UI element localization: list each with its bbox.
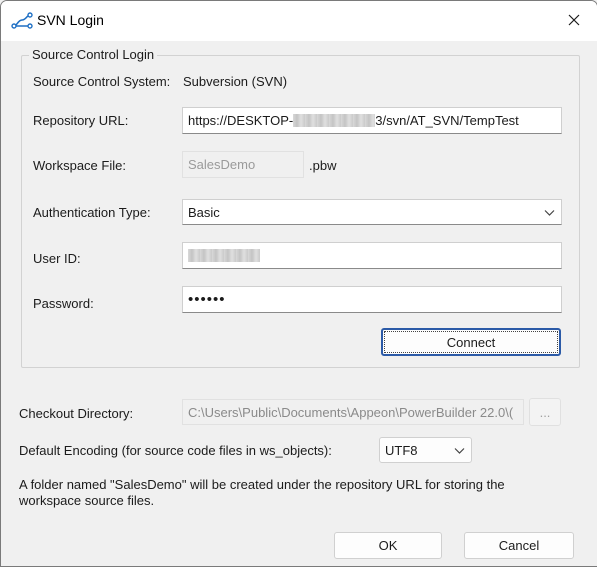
workspace-file-extension: .pbw [309,158,337,173]
user-id-label: User ID: [33,251,81,266]
repository-url-label: Repository URL: [33,113,129,128]
chevron-down-icon [544,205,555,220]
redacted-user-id [188,249,260,262]
info-note: A folder named "SalesDemo" will be creat… [19,477,559,509]
connect-button[interactable]: Connect [381,328,561,356]
redacted-hostname [293,114,376,127]
password-value: •••••• [188,291,226,308]
svn-branch-icon [11,11,33,29]
default-encoding-select[interactable]: UTF8 [379,437,472,463]
source-control-system-value: Subversion (SVN) [183,74,288,89]
ok-button[interactable]: OK [334,532,442,559]
workspace-file-value: SalesDemo [188,157,256,172]
svn-login-dialog: SVN Login Source Control Login Source Co… [0,0,597,567]
checkout-directory-label: Checkout Directory: [19,406,134,421]
user-id-input[interactable] [182,242,562,269]
ok-button-label: OK [378,538,398,553]
info-note-line-1: A folder named "SalesDemo" will be creat… [19,477,505,492]
authentication-type-select[interactable]: Basic [182,199,562,225]
repository-url-prefix: https://DESKTOP- [188,113,294,128]
authentication-type-label: Authentication Type: [33,205,151,220]
chevron-down-icon [454,443,465,458]
default-encoding-label: Default Encoding (for source code files … [19,443,332,458]
authentication-type-value: Basic [188,204,220,220]
cancel-button[interactable]: Cancel [464,532,574,559]
repository-url-input[interactable]: https://DESKTOP- 3/svn/AT_SVN/TempTest [182,107,562,134]
password-input[interactable]: •••••• [182,286,562,313]
workspace-file-input: SalesDemo [182,151,304,178]
info-note-line-2: workspace source files. [19,493,155,508]
repository-url-suffix: 3/svn/AT_SVN/TempTest [375,113,519,128]
checkout-directory-value: C:\Users\Public\Documents\Appeon\PowerBu… [188,404,514,420]
default-encoding-value: UTF8 [385,442,418,458]
browse-button: ... [529,398,561,426]
group-legend: Source Control Login [29,47,158,62]
source-control-system-label: Source Control System: [33,74,171,89]
checkout-directory-input: C:\Users\Public\Documents\Appeon\PowerBu… [182,399,524,425]
browse-button-label: ... [539,404,551,420]
window-title: SVN Login [37,12,104,28]
workspace-file-label: Workspace File: [33,158,126,173]
password-label: Password: [33,296,94,311]
cancel-button-label: Cancel [498,538,540,553]
close-button[interactable] [551,1,597,41]
close-icon [568,14,580,29]
title-bar: SVN Login [1,1,597,41]
